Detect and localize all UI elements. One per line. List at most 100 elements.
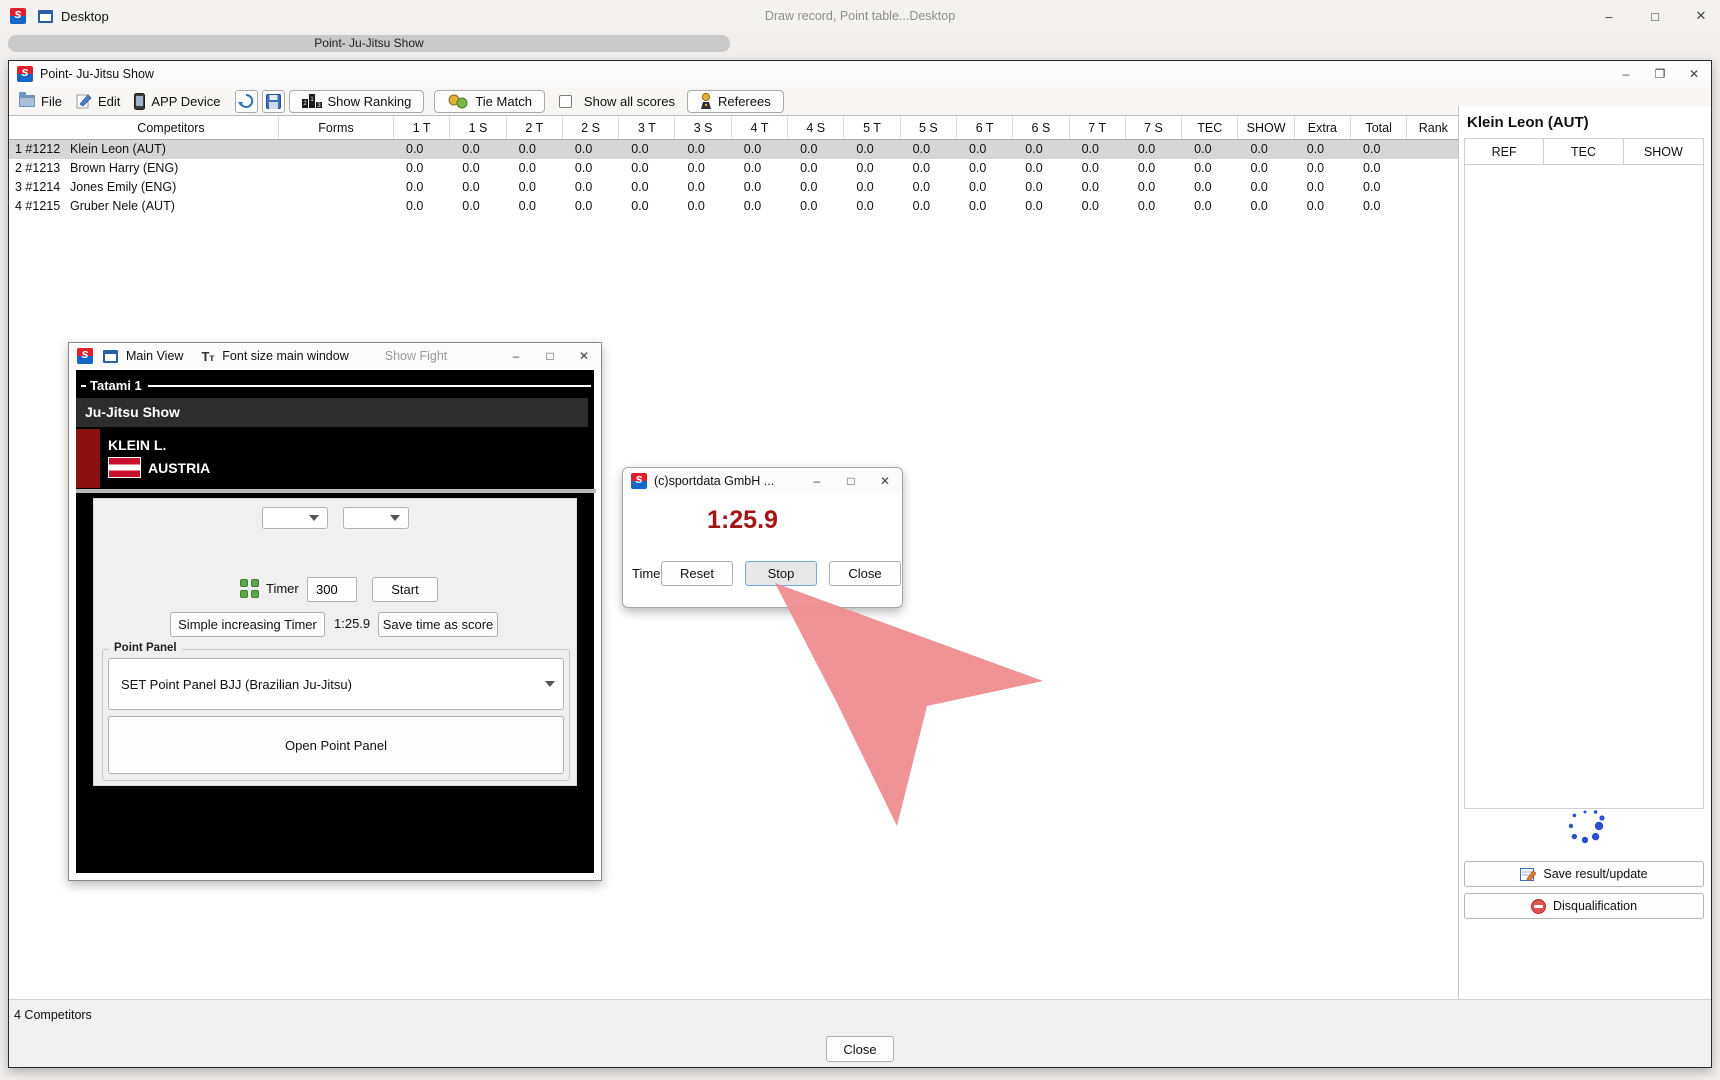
competitor-row[interactable]: 1 #1212Klein Leon (AUT)0.00.00.00.00.00.… <box>9 140 1458 159</box>
score-cell: 0.0 <box>957 178 1013 197</box>
timer-label: Timer <box>266 581 299 596</box>
disqualification-button[interactable]: Disqualification <box>1464 893 1704 919</box>
column-header[interactable]: 4 S <box>788 116 844 139</box>
minimize-icon[interactable]: – <box>507 349 525 363</box>
select-right[interactable] <box>343 507 409 529</box>
minimize-icon[interactable]: – <box>1600 9 1618 24</box>
floppy-disk-icon <box>266 94 281 109</box>
edit-menu[interactable]: Edit <box>76 93 120 109</box>
competitor-country: AUSTRIA <box>148 460 210 476</box>
close-icon[interactable]: ✕ <box>1685 67 1703 81</box>
timer-seconds-input[interactable] <box>307 577 357 602</box>
column-header[interactable]: SHOW <box>1238 116 1294 139</box>
timer-popup-window: (c)sportdata GmbH ... – □ ✕ 1:25.9 Timer… <box>622 467 903 608</box>
close-icon[interactable]: ✕ <box>575 349 593 363</box>
toolbar: File Edit APP Device 213 Show Ranking <box>9 87 1711 115</box>
competitor-row[interactable]: 2 #1213Brown Harry (ENG)0.00.00.00.00.00… <box>9 159 1458 178</box>
app-logo-icon <box>10 8 26 24</box>
save-result-button[interactable]: Save result/update <box>1464 861 1704 887</box>
column-header[interactable]: TEC <box>1182 116 1238 139</box>
font-size-menu[interactable]: T Font size main window <box>201 349 348 364</box>
event-name-label: Ju-Jitsu Show <box>85 404 180 420</box>
show-all-scores-toggle[interactable]: Show all scores <box>559 94 675 109</box>
column-header[interactable]: 5 T <box>844 116 900 139</box>
column-header[interactable]: 7 T <box>1070 116 1126 139</box>
save-button[interactable] <box>262 90 285 113</box>
score-cell: 0.0 <box>394 178 450 197</box>
referees-button[interactable]: Referees <box>687 90 784 113</box>
maximize-icon[interactable]: □ <box>1646 9 1664 24</box>
close-window-button[interactable]: Close <box>826 1036 894 1062</box>
referees-label: Referees <box>718 94 771 109</box>
save-result-label: Save result/update <box>1543 867 1647 881</box>
score-cell: 0.0 <box>901 140 957 159</box>
column-header[interactable]: Rank <box>1407 116 1460 139</box>
score-cell: 0.0 <box>1238 178 1294 197</box>
show-ranking-button[interactable]: 213 Show Ranking <box>289 90 425 113</box>
point-panel-select[interactable]: SET Point Panel BJJ (Brazilian Ju-Jitsu) <box>108 658 564 710</box>
maximize-icon[interactable]: □ <box>842 474 860 488</box>
minimize-icon[interactable]: – <box>808 474 826 488</box>
column-header[interactable]: Extra <box>1295 116 1351 139</box>
simple-increasing-timer-button[interactable]: Simple increasing Timer <box>170 612 325 637</box>
competitor-row[interactable]: 3 #1214Jones Emily (ENG)0.00.00.00.00.00… <box>9 178 1458 197</box>
point-window-titlebar: Point- Ju-Jitsu Show – ❐ ✕ <box>9 61 1711 87</box>
detail-score-table: REFTECSHOW <box>1464 138 1704 809</box>
column-header[interactable]: Forms <box>279 116 394 139</box>
competitor-name-cell: Gruber Nele (AUT) <box>64 197 279 216</box>
save-time-as-score-button[interactable]: Save time as score <box>378 612 498 637</box>
column-header[interactable]: 6 S <box>1013 116 1069 139</box>
column-header[interactable]: 3 T <box>619 116 675 139</box>
score-cell: 0.0 <box>675 140 731 159</box>
score-cell: 0.0 <box>450 140 506 159</box>
row-number-cell: 1 #1212 <box>9 140 64 159</box>
column-header[interactable]: 7 S <box>1126 116 1182 139</box>
stop-button[interactable]: Stop <box>745 561 817 586</box>
score-cell: 0.0 <box>394 159 450 178</box>
column-header[interactable]: 2 S <box>563 116 619 139</box>
score-cell: 0.0 <box>675 197 731 216</box>
tie-match-button[interactable]: Tie Match <box>434 90 545 113</box>
close-icon[interactable]: ✕ <box>876 474 894 488</box>
show-fight-menu[interactable]: Show Fight <box>385 349 448 363</box>
column-header[interactable]: Total <box>1351 116 1407 139</box>
restore-icon[interactable]: ❐ <box>1651 67 1669 81</box>
score-cell: 0.0 <box>732 159 788 178</box>
column-header[interactable]: 3 S <box>675 116 731 139</box>
minimize-icon[interactable]: – <box>1617 67 1635 81</box>
sync-button[interactable] <box>235 90 258 113</box>
column-header[interactable]: 4 T <box>732 116 788 139</box>
main-view-titlebar: Main View T Font size main window Show F… <box>69 343 601 369</box>
open-point-panel-button[interactable]: Open Point Panel <box>108 716 564 774</box>
column-header[interactable]: 1 S <box>450 116 506 139</box>
column-header[interactable]: 1 T <box>394 116 450 139</box>
detail-score-table-header: REFTECSHOW <box>1465 139 1703 165</box>
score-cell: 0.0 <box>957 140 1013 159</box>
close-icon[interactable]: ✕ <box>1692 8 1710 24</box>
taskbar-item-label: Point- Ju-Jitsu Show <box>314 36 423 50</box>
disqualification-label: Disqualification <box>1553 899 1637 913</box>
timer-close-button[interactable]: Close <box>829 561 901 586</box>
column-header[interactable]: 2 T <box>507 116 563 139</box>
smartphone-icon <box>134 93 145 110</box>
maximize-icon[interactable]: □ <box>541 349 559 363</box>
checkbox-icon[interactable] <box>559 95 572 108</box>
score-cell: 0.0 <box>619 197 675 216</box>
reset-button[interactable]: Reset <box>661 561 733 586</box>
select-left[interactable] <box>262 507 328 529</box>
row-number-cell: 4 #1215 <box>9 197 64 216</box>
competitor-row[interactable]: 4 #1215Gruber Nele (AUT)0.00.00.00.00.00… <box>9 197 1458 216</box>
column-header[interactable]: 5 S <box>901 116 957 139</box>
column-header[interactable]: Competitors <box>64 116 279 139</box>
window-icon <box>103 350 118 363</box>
column-header[interactable]: 6 T <box>957 116 1013 139</box>
folder-icon <box>19 95 35 107</box>
point-panel-selected-value: SET Point Panel BJJ (Brazilian Ju-Jitsu) <box>109 677 352 692</box>
taskbar-item[interactable]: Point- Ju-Jitsu Show <box>8 35 730 52</box>
file-label: File <box>41 94 62 109</box>
start-button[interactable]: Start <box>372 577 438 602</box>
score-cell: 0.0 <box>619 140 675 159</box>
file-menu[interactable]: File <box>19 94 62 109</box>
point-window-title: Point- Ju-Jitsu Show <box>40 67 154 81</box>
app-device-menu[interactable]: APP Device <box>134 93 220 110</box>
